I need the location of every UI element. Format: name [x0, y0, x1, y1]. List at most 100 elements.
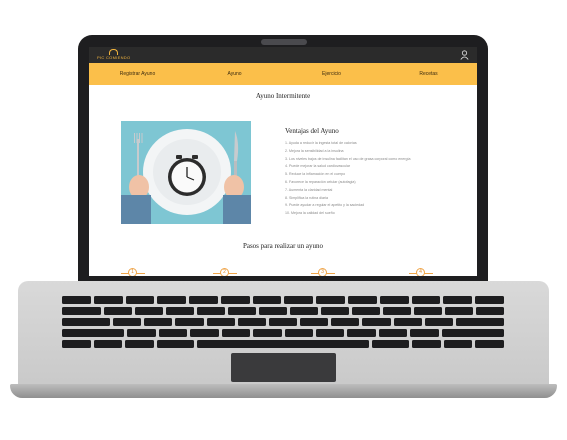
- key: [62, 329, 125, 337]
- key: [135, 307, 164, 315]
- key: [125, 340, 154, 348]
- camera-notch: [261, 39, 307, 45]
- user-icon[interactable]: [460, 50, 469, 60]
- key: [424, 318, 453, 326]
- key: [127, 329, 156, 337]
- key: [259, 307, 288, 315]
- key: [371, 340, 410, 348]
- key: [300, 318, 329, 326]
- key: [393, 318, 422, 326]
- step-number: 1: [131, 269, 134, 275]
- key: [284, 329, 313, 337]
- main-nav: Registrar Ayuno Ayuno Ejercicio Recetas: [89, 63, 477, 85]
- key: [166, 307, 195, 315]
- key: [410, 329, 439, 337]
- laptop-screen: PIC COMIENDO Registrar Ayuno Ayuno Ejerc…: [89, 47, 477, 276]
- key: [62, 340, 91, 348]
- key: [378, 329, 408, 337]
- keyboard-row: [62, 318, 504, 326]
- laptop-base-edge: [10, 384, 557, 398]
- keyboard-row: [62, 296, 504, 304]
- key: [197, 307, 226, 315]
- benefit-item: 6. Favorece la reparación celular (autof…: [285, 179, 356, 184]
- benefit-item: 8. Simplifica la rutina diaria: [285, 195, 328, 200]
- key: [62, 307, 102, 315]
- step-number: 2: [223, 269, 226, 275]
- key: [316, 296, 346, 304]
- step-marker: 1: [121, 267, 145, 276]
- key: [175, 318, 204, 326]
- key: [290, 307, 319, 315]
- benefit-item: 7. Aumenta la claridad mental: [285, 187, 333, 192]
- key: [411, 296, 441, 304]
- key: [352, 307, 381, 315]
- step-number: 4: [419, 269, 422, 275]
- key: [157, 296, 187, 304]
- keyboard-row: [62, 329, 505, 337]
- spacebar-key: [197, 340, 369, 348]
- key: [362, 318, 391, 326]
- key: [93, 296, 123, 304]
- benefit-item: 5. Reduce la inflamación en el cuerpo: [285, 172, 346, 177]
- key: [321, 307, 350, 315]
- keyboard-row: [62, 340, 504, 348]
- key: [253, 329, 282, 337]
- page-title: Ayuno Intermitente: [255, 92, 311, 100]
- key: [379, 296, 409, 304]
- key: [414, 307, 443, 315]
- key: [158, 329, 188, 337]
- key: [315, 329, 345, 337]
- fasting-clock-plate-image: [121, 121, 251, 224]
- site-topbar: PIC COMIENDO: [89, 47, 477, 63]
- key: [104, 307, 133, 315]
- key: [221, 329, 251, 337]
- nav-item-recetas[interactable]: Recetas: [380, 71, 477, 77]
- key: [476, 307, 504, 315]
- steps-title: Pasos para realizar un ayuno: [242, 242, 324, 250]
- key: [268, 318, 298, 326]
- key: [112, 318, 142, 326]
- key: [347, 329, 376, 337]
- key: [284, 296, 314, 304]
- key: [443, 296, 473, 304]
- key: [237, 318, 266, 326]
- trackpad: [231, 353, 336, 382]
- benefit-item: 3. Los niveles bajos de insulina facilit…: [285, 156, 411, 161]
- key: [125, 296, 155, 304]
- nav-item-ejercicio[interactable]: Ejercicio: [283, 71, 380, 77]
- benefit-item: 1. Ayuda a reducir la ingesta total de c…: [285, 141, 357, 145]
- key: [228, 307, 257, 315]
- benefit-item: 9. Puede ayudar a regular el apetito y l…: [285, 203, 365, 208]
- key: [190, 329, 219, 337]
- key: [475, 340, 504, 348]
- key: [93, 340, 123, 348]
- key: [252, 296, 282, 304]
- benefit-item: 4. Puede mejorar la salud cardiovascular: [285, 164, 351, 169]
- key: [331, 318, 360, 326]
- key: [441, 329, 505, 337]
- site-logo[interactable]: PIC COMIENDO: [97, 49, 130, 60]
- key: [62, 296, 91, 304]
- key: [220, 296, 250, 304]
- step-marker: 3: [311, 267, 335, 276]
- step-marker: 4: [409, 267, 433, 276]
- key: [412, 340, 441, 348]
- key: [383, 307, 412, 315]
- benefit-item: 2. Mejora la sensibilidad a la insulina: [285, 148, 344, 153]
- logo-text: PIC COMIENDO: [97, 55, 131, 60]
- key: [475, 296, 504, 304]
- step-marker: 2: [213, 267, 237, 276]
- key: [206, 318, 235, 326]
- key: [456, 318, 504, 326]
- key: [348, 296, 377, 304]
- key: [156, 340, 195, 348]
- nav-item-registrar-ayuno[interactable]: Registrar Ayuno: [89, 71, 186, 77]
- benefits-title: Ventajas del Ayuno: [285, 127, 339, 135]
- benefit-item: 10. Mejora la calidad del sueño: [285, 211, 335, 216]
- benefits-section: Ventajas del Ayuno 1. Ayuda a reducir la…: [285, 127, 455, 218]
- nav-item-ayuno[interactable]: Ayuno: [186, 71, 283, 77]
- key: [144, 318, 173, 326]
- key: [445, 307, 473, 315]
- key: [62, 318, 110, 326]
- keyboard-row: [62, 307, 504, 315]
